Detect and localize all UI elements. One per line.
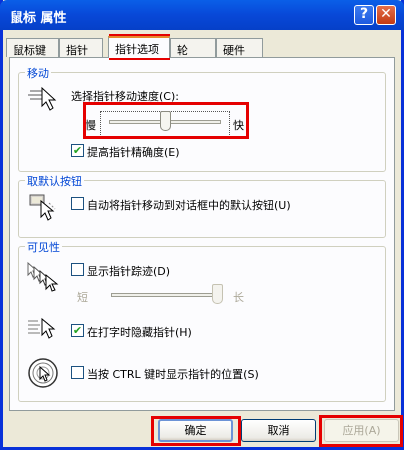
fast-label: 快 bbox=[233, 119, 244, 132]
trails-slider-thumb[interactable] bbox=[212, 284, 223, 304]
checkmark-icon: ✔ bbox=[72, 324, 83, 337]
ctrl-locate-icon bbox=[28, 358, 58, 388]
long-label: 长 bbox=[233, 291, 244, 304]
snap-to-group: 取默认按钮 自动将指针移动到对话框中的默认按钮(U) bbox=[18, 173, 386, 238]
tab-hardware[interactable]: 硬件 bbox=[216, 38, 263, 57]
motion-group: 移动 选择指针移动速度(C): 慢 快 ✔ 提高指针精确度(E) bbox=[18, 65, 386, 172]
trails-checkbox[interactable] bbox=[71, 263, 84, 276]
trails-label[interactable]: 显示指针踪迹(D) bbox=[87, 263, 170, 279]
hide-while-typing-checkbox[interactable]: ✔ bbox=[71, 324, 84, 337]
slow-label: 慢 bbox=[85, 119, 96, 132]
short-label: 短 bbox=[77, 291, 88, 304]
pointer-options-panel: 移动 选择指针移动速度(C): 慢 快 ✔ 提高指针精确度(E) 取默认按钮 自… bbox=[9, 57, 395, 411]
checkmark-icon: ✔ bbox=[72, 144, 83, 157]
motion-legend: 移动 bbox=[25, 65, 51, 81]
trails-slider-track[interactable] bbox=[111, 293, 223, 297]
hide-pointer-icon bbox=[28, 317, 56, 339]
pointer-speed-icon bbox=[28, 86, 57, 111]
tab-pointers[interactable]: 指针 bbox=[59, 38, 103, 57]
snap-checkbox[interactable] bbox=[71, 197, 84, 210]
ctrl-locate-label[interactable]: 当按 CTRL 键时显示指针的位置(S) bbox=[87, 366, 259, 382]
visibility-legend: 可见性 bbox=[25, 239, 62, 255]
hide-while-typing-label[interactable]: 在打字时隐藏指针(H) bbox=[87, 324, 192, 340]
cancel-button[interactable]: 取消 bbox=[241, 419, 316, 442]
help-button[interactable]: ? bbox=[354, 5, 374, 25]
snap-legend: 取默认按钮 bbox=[25, 173, 84, 189]
ctrl-locate-checkbox[interactable] bbox=[71, 366, 84, 379]
precision-label[interactable]: 提高指针精确度(E) bbox=[87, 144, 180, 160]
visibility-group: 可见性 显示指针踪迹(D) 短 长 ✔ 在打字时隐藏指针(H) 当按 CTRL … bbox=[18, 239, 386, 402]
window-title: 鼠标 属性 bbox=[10, 11, 67, 26]
snap-to-button-icon bbox=[29, 194, 56, 221]
apply-button[interactable]: 应用(A) bbox=[324, 419, 399, 442]
title-bar[interactable]: 鼠标 属性 ? ✕ bbox=[0, 0, 404, 30]
speed-label: 选择指针移动速度(C): bbox=[71, 90, 179, 103]
speed-slider-thumb[interactable] bbox=[159, 111, 171, 131]
ok-button[interactable]: 确定 bbox=[158, 419, 233, 442]
precision-checkbox[interactable]: ✔ bbox=[71, 144, 84, 157]
snap-label[interactable]: 自动将指针移动到对话框中的默认按钮(U) bbox=[87, 197, 291, 213]
pointer-trails-icon bbox=[27, 261, 59, 292]
close-button[interactable]: ✕ bbox=[376, 5, 396, 25]
tab-buttons[interactable]: 鼠标键 bbox=[6, 38, 59, 57]
mouse-properties-window: 鼠标 属性 ? ✕ 鼠标键 指针 指针选项 轮 硬件 移动 选择指针移动速度(C… bbox=[0, 0, 404, 450]
tab-pointer-options[interactable]: 指针选项 bbox=[108, 36, 170, 58]
tab-wheel[interactable]: 轮 bbox=[170, 38, 216, 57]
